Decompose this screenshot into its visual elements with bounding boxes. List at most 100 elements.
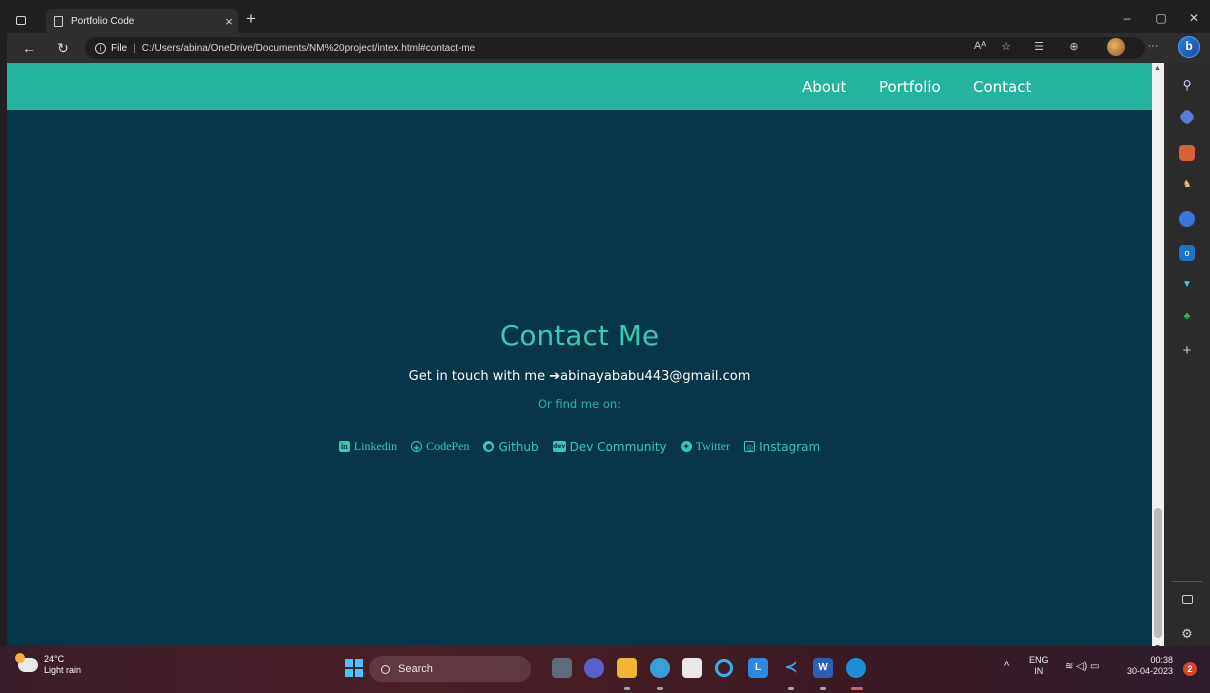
info-icon[interactable]: i xyxy=(95,42,106,54)
new-tab-button[interactable]: + xyxy=(243,10,259,28)
social-label: CodePen xyxy=(426,439,470,453)
minimize-button[interactable]: – xyxy=(1112,11,1142,25)
outlook-icon[interactable]: o xyxy=(1179,245,1195,261)
tag-icon[interactable] xyxy=(1178,108,1196,126)
instagram-icon: ◎ xyxy=(744,441,756,452)
collections-icon[interactable]: ⊕ xyxy=(1065,40,1083,53)
close-window-button[interactable]: ✕ xyxy=(1179,11,1209,25)
bing-copilot-icon[interactable]: b xyxy=(1178,36,1200,58)
twitter-icon: ✦ xyxy=(680,441,692,452)
settings-icon[interactable]: ⚙ xyxy=(1179,626,1195,642)
taskbar-search[interactable]: Search xyxy=(369,656,531,682)
social-label: Instagram xyxy=(759,439,821,454)
sidebar-divider xyxy=(1172,581,1202,582)
tab-strip: Portfolio Code × + – ▢ ✕ xyxy=(7,7,1210,33)
scheme-label: File xyxy=(111,42,128,54)
favorites-list-icon[interactable]: ☰ xyxy=(1030,40,1048,53)
address-bar-row: ← ↻ i File | C:/Users/abina/OneDrive/Doc… xyxy=(7,33,1210,63)
nav-link-contact[interactable]: Contact xyxy=(973,78,1031,96)
nav-link-about[interactable]: About xyxy=(802,78,846,96)
file-explorer-icon[interactable] xyxy=(617,658,637,678)
social-link-github[interactable]: ● Github xyxy=(483,439,539,454)
chess-icon[interactable]: ♞ xyxy=(1179,177,1195,193)
social-link-dev-community[interactable]: dev Dev Community xyxy=(552,439,667,454)
tab-actions-button[interactable] xyxy=(10,11,32,29)
search-label: Search xyxy=(398,663,433,675)
social-link-twitter[interactable]: ✦ Twitter xyxy=(680,439,731,454)
address-separator: | xyxy=(133,42,136,54)
email-link[interactable]: abinayababu443@gmail.com xyxy=(560,369,750,384)
url-text[interactable]: C:/Users/abina/OneDrive/Documents/NM%20p… xyxy=(142,43,475,54)
github-icon: ● xyxy=(483,441,495,452)
split-screen-icon[interactable] xyxy=(1182,595,1193,604)
temperature-text: 24°C xyxy=(44,654,65,664)
app-icon-blue[interactable] xyxy=(650,658,670,678)
tree-icon[interactable]: ♣ xyxy=(1179,309,1195,325)
tab-portfolio-code[interactable]: Portfolio Code × xyxy=(46,9,238,33)
circle-icon[interactable] xyxy=(1179,211,1195,227)
tab-actions-icon xyxy=(16,15,26,25)
cortana-icon[interactable] xyxy=(715,659,733,677)
social-link-codepen[interactable]: ◈ CodePen xyxy=(411,439,469,454)
get-in-touch-text: Get in touch with me xyxy=(408,369,546,384)
date-text: 30-04-2023 xyxy=(1127,666,1174,676)
get-in-touch-line: Get in touch with me ➔abinayababu443@gma… xyxy=(7,369,1152,384)
notification-badge[interactable]: 2 xyxy=(1183,662,1197,676)
browser-window: Portfolio Code × + – ▢ ✕ ← ↻ i File | C:… xyxy=(7,7,1210,693)
read-aloud-icon[interactable]: Aᴬ xyxy=(971,40,989,52)
active-indicator xyxy=(851,687,863,690)
teams-chat-icon[interactable] xyxy=(584,658,604,678)
word-icon[interactable]: W xyxy=(813,658,833,678)
maximize-button[interactable]: ▢ xyxy=(1146,11,1176,25)
social-label: Github xyxy=(498,439,539,454)
search-icon xyxy=(381,664,390,674)
social-link-instagram[interactable]: ◎ Instagram xyxy=(744,439,820,454)
vscode-icon[interactable]: ≺ xyxy=(781,658,801,678)
social-label: Twitter xyxy=(695,439,731,453)
weather-condition-text: Light rain xyxy=(44,665,82,675)
nav-link-portfolio[interactable]: Portfolio xyxy=(879,78,941,96)
running-indicator xyxy=(657,687,663,690)
scroll-thumb[interactable] xyxy=(1154,508,1162,638)
time-text: 00:38 xyxy=(1150,655,1174,665)
site-navbar: About Portfolio Contact xyxy=(7,63,1152,110)
page-icon xyxy=(54,15,63,27)
task-view-icon[interactable] xyxy=(552,658,572,678)
find-me-text: Or find me on: xyxy=(537,397,622,411)
language-indicator[interactable]: ENG IN xyxy=(1029,655,1049,677)
social-link-linkedin[interactable]: in Linkedin xyxy=(338,439,398,454)
weather-widget[interactable]: 24°C Light rain xyxy=(15,653,82,676)
tab-close-button[interactable]: × xyxy=(220,14,238,29)
tray-overflow-icon[interactable]: ^ xyxy=(1004,661,1009,672)
social-label: Dev Community xyxy=(569,439,667,454)
edge-icon[interactable] xyxy=(846,658,866,678)
running-indicator xyxy=(624,687,630,690)
social-label: Linkedin xyxy=(353,439,398,453)
edge-sidebar: ⚲ ♞ o ▼ ♣ + ⚙ xyxy=(1164,63,1210,653)
send-icon[interactable]: ▼ xyxy=(1179,277,1195,293)
profile-avatar[interactable] xyxy=(1107,38,1125,56)
contact-heading: Contact Me xyxy=(499,319,660,352)
scroll-up-icon[interactable]: ▲ xyxy=(1154,65,1161,72)
add-icon[interactable]: + xyxy=(1179,343,1195,359)
app-icon-l[interactable]: L xyxy=(748,658,768,678)
start-button[interactable] xyxy=(345,659,363,677)
running-indicator xyxy=(820,687,826,690)
search-icon[interactable]: ⚲ xyxy=(1179,77,1195,93)
briefcase-icon[interactable] xyxy=(1179,145,1195,161)
clock[interactable]: 00:38 30-04-2023 xyxy=(1127,655,1173,677)
tab-title: Portfolio Code xyxy=(71,15,135,27)
page-scrollbar[interactable]: ▲ ▼ xyxy=(1152,63,1164,653)
more-menu-icon[interactable]: ··· xyxy=(1144,40,1162,52)
windows-taskbar: 24°C Light rain Search L ≺ W ^ ENG IN ≋ … xyxy=(0,646,1210,693)
arrow-right-icon: ➔ xyxy=(549,369,561,384)
weather-icon xyxy=(15,653,38,672)
favorite-icon[interactable]: ☆ xyxy=(997,40,1015,53)
back-button[interactable]: ← xyxy=(19,39,39,57)
language-text: ENG xyxy=(1029,655,1049,665)
reload-button[interactable]: ↻ xyxy=(53,39,73,57)
dev-icon: dev xyxy=(552,441,566,452)
store-icon[interactable] xyxy=(682,658,702,678)
codepen-icon: ◈ xyxy=(411,441,423,452)
network-volume-battery-icons[interactable]: ≋ ◁) ▭ xyxy=(1065,661,1099,672)
